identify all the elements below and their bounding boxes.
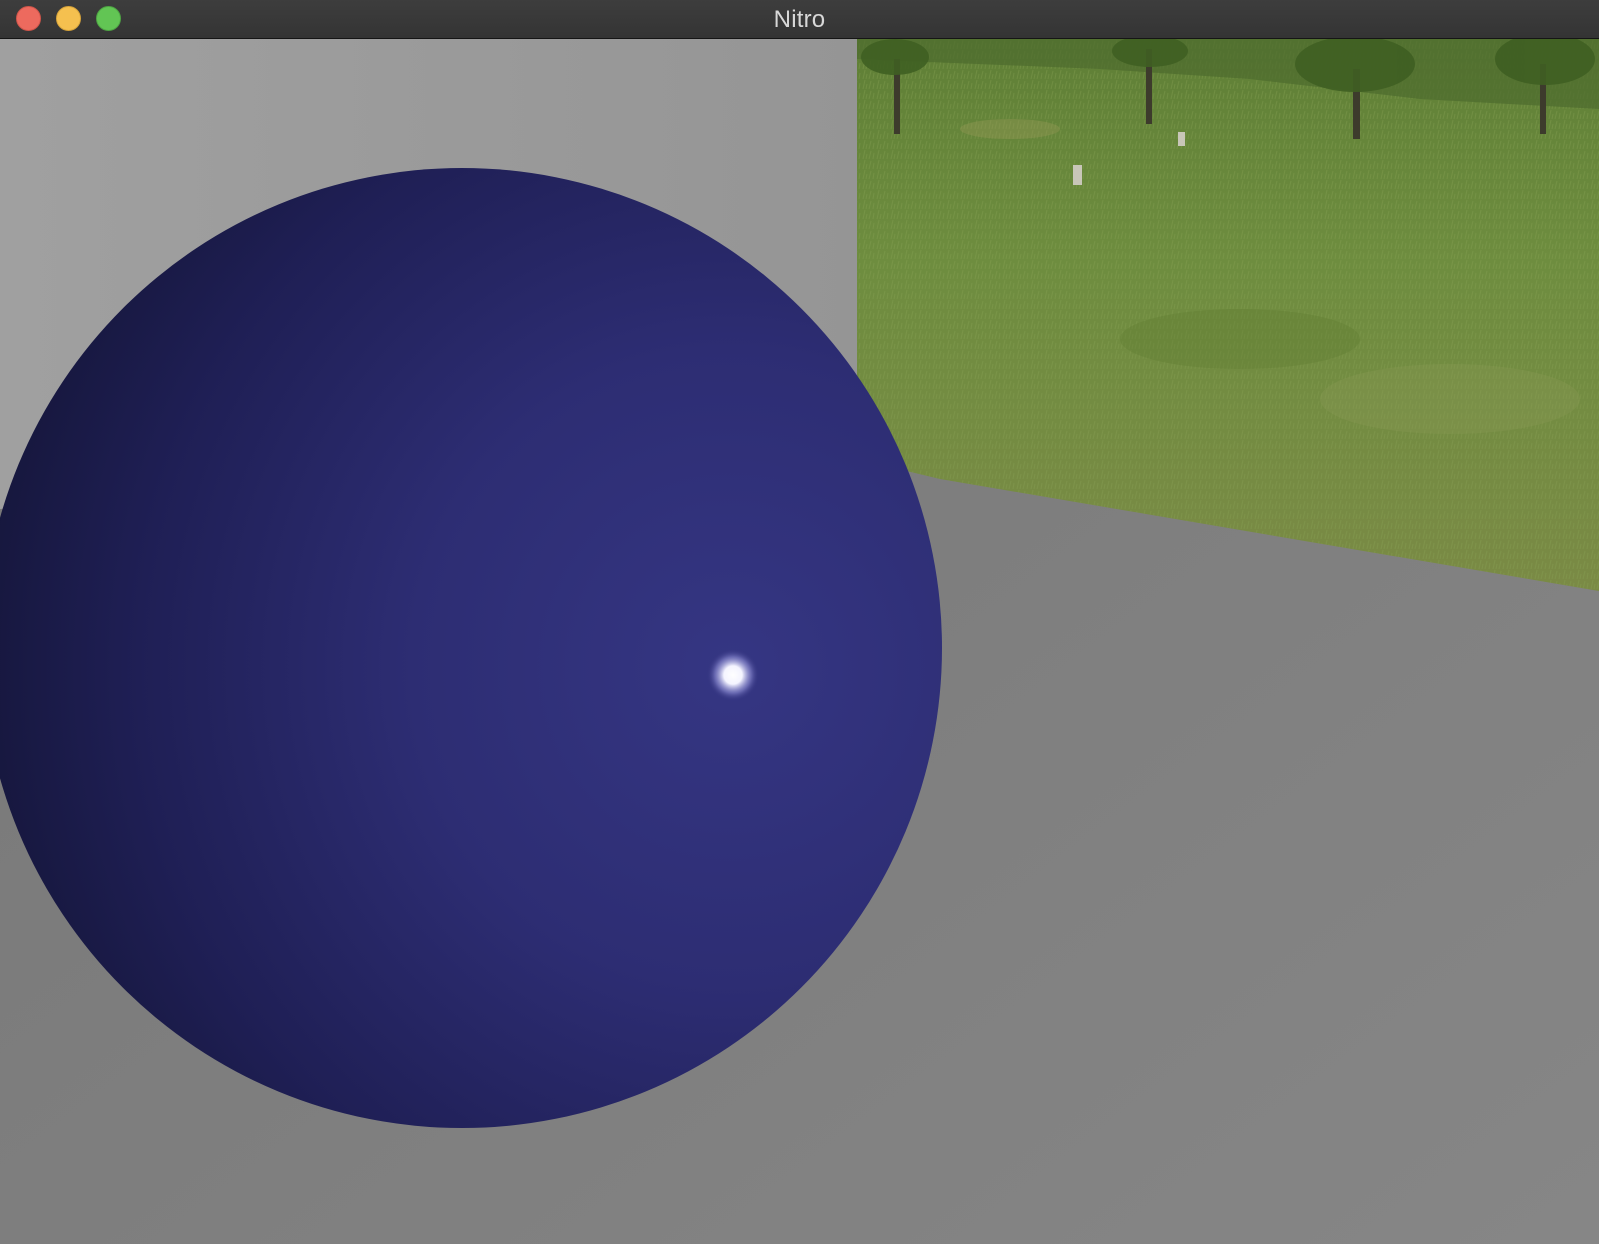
scene-canvas — [0, 39, 1599, 1244]
render-viewport[interactable] — [0, 39, 1599, 1244]
window-title: Nitro — [773, 6, 826, 33]
marker-post — [1073, 165, 1082, 185]
sphere-icon — [0, 168, 942, 1128]
title-bar[interactable]: Nitro — [0, 0, 1599, 39]
app-window: Nitro — [0, 0, 1599, 1244]
specular-highlight — [707, 649, 759, 701]
marker-post — [1178, 132, 1185, 146]
